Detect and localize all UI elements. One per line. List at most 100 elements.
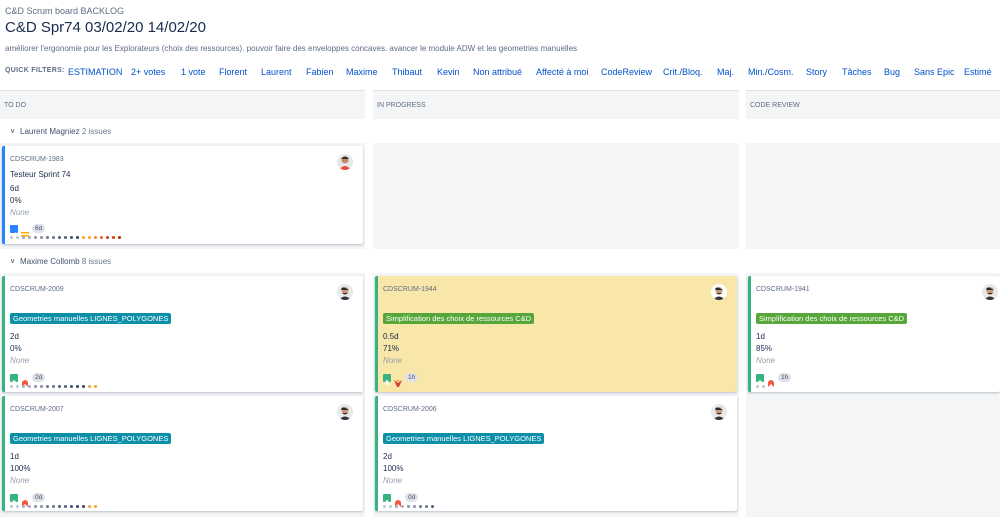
chevron-down-icon[interactable]: ∨ [10, 257, 15, 265]
days-in-column-dots [756, 385, 765, 388]
high-priority-icon [21, 494, 29, 507]
high-priority-icon [394, 494, 402, 507]
issue-progress: 100% [383, 464, 404, 473]
quick-filters: QUICK FILTERS: ESTIMATION 2+ votes 1 vot… [0, 67, 1000, 79]
high-priority-icon [767, 374, 775, 387]
issue-summary: Testeur Sprint 74 [10, 170, 71, 179]
quick-filter-sans-epic[interactable]: Sans Epic [914, 67, 955, 77]
issue-card-cdscrum-2007[interactable]: CDSCRUM-2007 Geometries manuelles LIGNES… [2, 396, 363, 511]
story-icon [383, 493, 391, 505]
quick-filter-estime[interactable]: Estimé [964, 67, 992, 77]
time-badge: 0d [405, 493, 419, 502]
breadcrumb[interactable]: C&D Scrum board BACKLOG [5, 6, 206, 16]
quick-filter-maxime[interactable]: Maxime [346, 67, 378, 77]
quick-filter-florent[interactable]: Florent [219, 67, 247, 77]
issue-label: None [10, 356, 30, 365]
issue-progress: 85% [756, 344, 773, 353]
assignee-avatar[interactable] [337, 284, 353, 300]
highest-priority-icon [394, 374, 402, 387]
issue-label: None [756, 356, 776, 365]
quick-filter-non-attribue[interactable]: Non attribué [473, 67, 522, 77]
quick-filter-affecte-a-moi[interactable]: Affecté à moi [536, 67, 588, 77]
days-in-column-dots [10, 236, 121, 239]
assignee-avatar[interactable] [982, 284, 998, 300]
story-icon [383, 373, 391, 385]
issue-progress: 0% [10, 344, 22, 353]
quick-filter-crit-bloq[interactable]: Crit./Bloq. [663, 67, 703, 77]
epic-label[interactable]: Geometries manuelles LIGNES_POLYGONES [383, 433, 545, 444]
issue-card-cdscrum-1983[interactable]: CDSCRUM-1983 Testeur Sprint 74 6d 0% Non… [2, 146, 363, 244]
issue-card-cdscrum-1944[interactable]: CDSCRUM-1944 Simplification des choix de… [375, 276, 737, 392]
issue-key[interactable]: CDSCRUM-2009 [10, 286, 64, 293]
epic-label[interactable]: Geometries manuelles LIGNES_POLYGONES [10, 433, 172, 444]
epic-label[interactable]: Geometries manuelles LIGNES_POLYGONES [10, 313, 172, 324]
quick-filter-min-cosm[interactable]: Min./Cosm. [748, 67, 794, 77]
time-badge: 1h [405, 373, 419, 382]
column-header-todo: TO DO [0, 90, 365, 119]
column-header-code-review: CODE REVIEW [746, 90, 1000, 119]
task-icon [10, 224, 18, 236]
issue-estimate: 2d [10, 332, 19, 341]
issue-label: None [10, 476, 30, 485]
issue-label: None [10, 208, 30, 217]
time-badge: 2d [32, 373, 46, 382]
quick-filter-bug[interactable]: Bug [884, 67, 900, 77]
time-badge: 0d [32, 493, 46, 502]
assignee-avatar[interactable] [711, 404, 727, 420]
medium-priority-icon [21, 225, 29, 236]
issue-estimate: 1d [756, 332, 765, 341]
swimlane-name: Maxime Collomb [20, 257, 80, 266]
issue-estimate: 1d [10, 452, 19, 461]
quick-filter-story[interactable]: Story [806, 67, 827, 77]
quick-filter-thibaut[interactable]: Thibaut [392, 67, 422, 77]
epic-label[interactable]: Simplification des choix de ressources C… [756, 313, 908, 324]
swimlane-count: 2 issues [81, 127, 112, 136]
quick-filter-laurent[interactable]: Laurent [261, 67, 292, 77]
issue-progress: 100% [10, 464, 31, 473]
assignee-avatar[interactable] [711, 284, 727, 300]
story-icon [756, 373, 764, 385]
assignee-avatar[interactable] [337, 154, 353, 170]
lane-code-review-laurent [746, 143, 1000, 249]
issue-card-cdscrum-2009[interactable]: CDSCRUM-2009 Geometries manuelles LIGNES… [2, 276, 363, 392]
time-badge: 1h [778, 373, 792, 382]
issue-progress: 71% [383, 344, 400, 353]
sprint-goal: améliorer l'ergonomie pour les Explorate… [5, 44, 578, 53]
swimlane-count: 8 issues [81, 257, 112, 266]
quick-filter-maj[interactable]: Maj. [717, 67, 734, 77]
issue-key[interactable]: CDSCRUM-1941 [756, 286, 810, 293]
issue-estimate: 2d [383, 452, 392, 461]
quick-filter-2-votes[interactable]: 2+ votes [131, 67, 165, 77]
quick-filter-1-vote[interactable]: 1 vote [181, 67, 206, 77]
issue-key[interactable]: CDSCRUM-1983 [10, 156, 64, 163]
swimlane-name: Laurent Magniez [20, 127, 80, 136]
quick-filter-codereview[interactable]: CodeReview [601, 67, 652, 77]
issue-label: None [383, 356, 403, 365]
quick-filters-label: QUICK FILTERS: [5, 67, 65, 74]
quick-filter-estimation[interactable]: ESTIMATION [68, 67, 122, 77]
story-icon [10, 493, 18, 505]
issue-estimate: 0.5d [383, 332, 399, 341]
board-header: C&D Scrum board BACKLOG C&D Spr74 03/02/… [5, 6, 206, 36]
chevron-down-icon[interactable]: ∨ [10, 127, 15, 135]
swimlane-header-maxime[interactable]: ∨ Maxime Collomb 8 issues [0, 255, 1000, 273]
days-in-column-dots [10, 385, 97, 388]
issue-card-cdscrum-2006[interactable]: CDSCRUM-2006 Geometries manuelles LIGNES… [375, 396, 737, 511]
lane-in-progress-laurent [373, 143, 739, 249]
swimlane-header-laurent[interactable]: ∨ Laurent Magniez 2 issues [0, 125, 1000, 143]
issue-card-cdscrum-1941[interactable]: CDSCRUM-1941 Simplification des choix de… [748, 276, 1000, 392]
issue-key[interactable]: CDSCRUM-2006 [383, 406, 437, 413]
epic-label[interactable]: Simplification des choix de ressources C… [383, 313, 535, 324]
page-title: C&D Spr74 03/02/20 14/02/20 [5, 19, 206, 36]
assignee-avatar[interactable] [337, 404, 353, 420]
quick-filter-kevin[interactable]: Kevin [437, 67, 460, 77]
column-header-in-progress: IN PROGRESS [373, 90, 739, 119]
issue-key[interactable]: CDSCRUM-2007 [10, 406, 64, 413]
story-icon [10, 373, 18, 385]
high-priority-icon [21, 374, 29, 387]
days-in-column-dots [10, 505, 97, 508]
issue-key[interactable]: CDSCRUM-1944 [383, 286, 437, 293]
quick-filter-taches[interactable]: Tâches [842, 67, 872, 77]
time-badge: 6d [32, 224, 46, 233]
quick-filter-fabien[interactable]: Fabien [306, 67, 334, 77]
